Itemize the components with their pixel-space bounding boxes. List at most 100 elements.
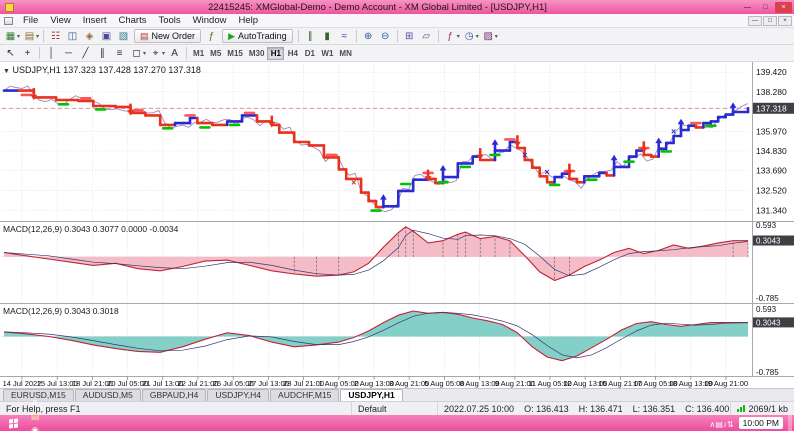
show-desktop-button[interactable]	[788, 415, 792, 431]
terminal-icon[interactable]: ▣	[98, 29, 115, 43]
tray-icon-1[interactable]: ▤	[715, 420, 723, 429]
menu-charts[interactable]: Charts	[113, 15, 153, 26]
dropdown-arrow-icon[interactable]: ▾	[143, 50, 146, 57]
maximize-button[interactable]: □	[757, 2, 774, 13]
status-profile[interactable]: Default	[352, 402, 438, 415]
chart-symbol-ohlc-label: ▼ USDJPY,H1 137.323 137.428 137.270 137.…	[3, 65, 201, 75]
fibonacci-icon[interactable]: ≡	[111, 46, 128, 60]
collapse-triangle-icon[interactable]: ▼	[3, 68, 10, 75]
chart-window-icon[interactable]	[4, 16, 13, 25]
order-document-icon: ▤	[140, 30, 149, 41]
timeframe-h4-button[interactable]: H4	[284, 47, 301, 60]
toolbar-separator	[297, 30, 299, 42]
dropdown-arrow-icon[interactable]: ▾	[495, 33, 498, 40]
zoom-in-icon[interactable]: ⊕	[360, 29, 377, 43]
dropdown-arrow-icon[interactable]: ▾	[36, 33, 39, 40]
horizontal-line-icon[interactable]: ─	[60, 46, 77, 60]
menu-help[interactable]: Help	[232, 15, 264, 26]
cascade-windows-icon[interactable]: ▱	[418, 29, 435, 43]
chart-tab-audchf-m15[interactable]: AUDCHF,M15	[270, 389, 340, 401]
svg-text:14 Jul 2022: 14 Jul 2022	[3, 379, 42, 388]
text-icon[interactable]: A	[166, 46, 183, 60]
autotrading-play-icon: ▶	[228, 30, 235, 41]
svg-text:19 Aug 21:00: 19 Aug 21:00	[704, 379, 748, 388]
titlebar[interactable]: 22415245: XMGlobal-Demo - Demo Account -…	[0, 0, 794, 14]
dropdown-arrow-icon[interactable]: ▾	[162, 50, 165, 57]
standard-toolbar: ▦ ▾ ▤ ▾ ☷ ◫ ◈ ▣ ▧ ▤ New Order ƒ ▶ AutoTrading ∥ ▮ ≈ ⊕ ⊖ ⊞ ▱ ƒ…	[0, 28, 794, 45]
svg-text:0.3043: 0.3043	[756, 237, 781, 246]
tile-windows-icon[interactable]: ⊞	[401, 29, 418, 43]
menu-window[interactable]: Window	[187, 15, 233, 26]
minimize-button[interactable]: —	[739, 2, 756, 13]
taskbar-apps: e▤◉▦	[24, 395, 46, 431]
tray-icon-3[interactable]: ⇅	[727, 420, 734, 429]
bar-chart-icon[interactable]: ∥	[302, 29, 319, 43]
taskbar-clock[interactable]: 10:00 PM	[738, 417, 783, 429]
toolbar-separator	[43, 30, 45, 42]
zoom-out-icon[interactable]: ⊖	[377, 29, 394, 43]
trendline-icon[interactable]: ╱	[77, 46, 94, 60]
autotrading-button[interactable]: ▶ AutoTrading	[222, 29, 293, 43]
market-watch-icon[interactable]: ☷	[47, 29, 64, 43]
toolbar-separator	[186, 47, 188, 59]
svg-text:131.340: 131.340	[756, 206, 787, 216]
timeframe-m30-button[interactable]: M30	[246, 47, 268, 60]
close-button[interactable]: ×	[775, 1, 792, 13]
timeframe-d1-button[interactable]: D1	[301, 47, 318, 60]
line-chart-icon[interactable]: ≈	[336, 29, 353, 43]
candle-chart-icon[interactable]: ▮	[319, 29, 336, 43]
svg-text:134.830: 134.830	[756, 146, 787, 156]
timeframe-mn-button[interactable]: MN	[336, 47, 354, 60]
macd-indicator-label: MACD(12,26,9) 0.3043 0.3077 0.0000 -0.00…	[3, 224, 179, 234]
line-studies-toolbar: ↖ + │ ─ ╱ ∥ ≡ ◻ ▾ ⌖ ▾ A M1 M5 M15 M30 H1 H4 D1 W1 MN	[0, 45, 794, 62]
menu-tools[interactable]: Tools	[152, 15, 186, 26]
child-restore-button[interactable]: □	[763, 15, 777, 26]
strategy-tester-icon[interactable]: ▧	[115, 29, 132, 43]
svg-text:3 Aug 21:00: 3 Aug 21:00	[389, 379, 429, 388]
metatrader-window: 22415245: XMGlobal-Demo - Demo Account -…	[0, 0, 794, 431]
media-icon[interactable]: ◉	[25, 423, 45, 431]
start-button[interactable]	[2, 415, 24, 431]
crosshair-icon[interactable]: +	[19, 46, 36, 60]
toolbar-separator	[355, 30, 357, 42]
chart-tab-usdjpy-h1[interactable]: USDJPY,H1	[340, 389, 403, 401]
svg-text:0.593: 0.593	[756, 305, 777, 314]
browser-icon[interactable]: e	[25, 395, 45, 409]
timeframe-m15-button[interactable]: M15	[224, 47, 246, 60]
cursor-icon[interactable]: ↖	[2, 46, 19, 60]
timeframe-h1-button[interactable]: H1	[267, 46, 285, 60]
vertical-line-icon[interactable]: │	[43, 46, 60, 60]
timeframe-m1-button[interactable]: M1	[190, 47, 207, 60]
metaeditor-icon[interactable]: ƒ	[203, 29, 220, 43]
dropdown-arrow-icon[interactable]: ▾	[457, 33, 460, 40]
menu-file[interactable]: File	[17, 15, 44, 26]
menu-insert[interactable]: Insert	[77, 15, 113, 26]
dropdown-arrow-icon[interactable]: ▾	[17, 33, 20, 40]
chart-tab-gbpaud-h4[interactable]: GBPAUD,H4	[141, 389, 207, 401]
file-explorer-icon[interactable]: ▤	[25, 409, 45, 423]
svg-text:5 Aug 05:00: 5 Aug 05:00	[424, 379, 464, 388]
menu-view[interactable]: View	[44, 15, 76, 26]
system-tray: ∧▤♪⇅ 10:00 PM	[709, 414, 792, 431]
autotrading-label: AutoTrading	[237, 31, 287, 41]
statusbar: For Help, press F1 Default 2022.07.25 10…	[0, 401, 794, 415]
svg-text:0.593: 0.593	[756, 221, 777, 230]
child-minimize-button[interactable]: —	[748, 15, 762, 26]
status-ohlcv: 2022.07.25 10:00 O: 136.413 H: 136.471 L…	[438, 402, 732, 415]
data-window-icon[interactable]: ◫	[64, 29, 81, 43]
timeframe-m5-button[interactable]: M5	[207, 47, 224, 60]
chart-tab-audusd-m5[interactable]: AUDUSD,M5	[74, 389, 141, 401]
new-order-button[interactable]: ▤ New Order	[134, 29, 202, 43]
chart-tabs-bar: EURUSD,M15 AUDUSD,M5 GBPAUD,H4 USDJPY,H4 AUD…	[0, 388, 794, 401]
timeframe-w1-button[interactable]: W1	[318, 47, 336, 60]
channel-icon[interactable]: ∥	[94, 46, 111, 60]
svg-text:132.520: 132.520	[756, 186, 787, 196]
tray-icons: ∧▤♪⇅	[709, 414, 733, 431]
chart-tab-usdjpy-h4[interactable]: USDJPY,H4	[207, 389, 270, 401]
svg-text:×: ×	[522, 150, 527, 160]
child-close-button[interactable]: ×	[778, 15, 792, 26]
dropdown-arrow-icon[interactable]: ▾	[476, 33, 479, 40]
navigator-icon[interactable]: ◈	[81, 29, 98, 43]
svg-text:8 Aug 13:00: 8 Aug 13:00	[460, 379, 500, 388]
svg-text:137.318: 137.318	[756, 104, 787, 114]
